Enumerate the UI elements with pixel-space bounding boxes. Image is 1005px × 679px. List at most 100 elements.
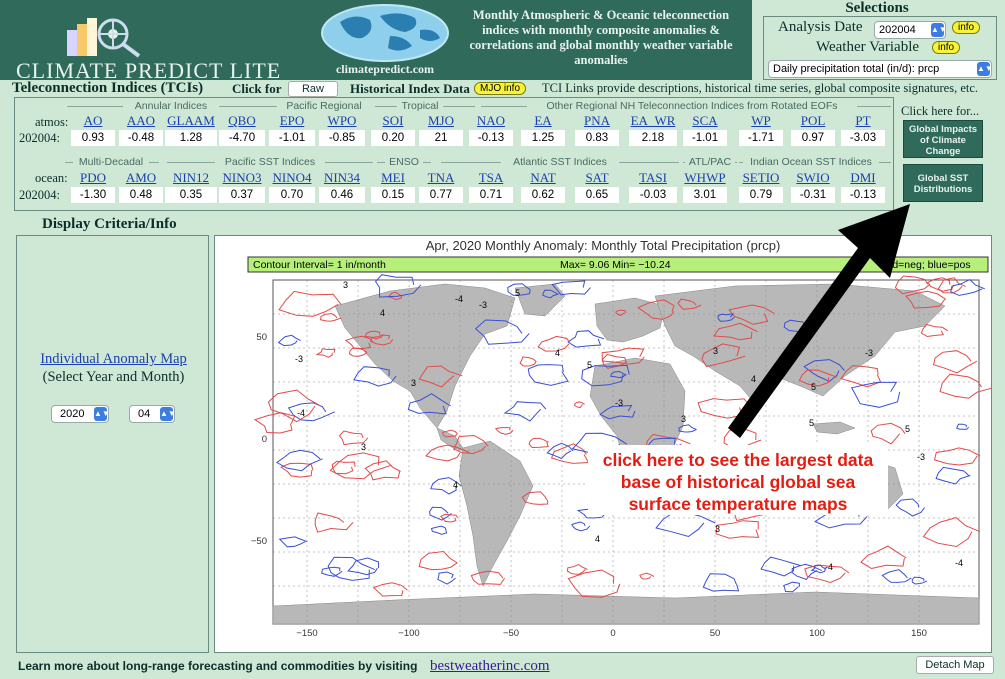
tci-link-pol[interactable]: POL [787,113,839,129]
logo[interactable]: CLIMATE PREDICT LITE [10,8,300,83]
tci-table: Annular Indices Pacific Regional Tropica… [14,97,894,211]
tci-link-tasi[interactable]: TASI [625,170,681,186]
tci-value-nino4: 0.70 [269,187,315,203]
weather-variable-select[interactable]: Daily precipitation total (in/d): prcp ▲… [768,60,993,78]
weather-variable-value: Daily precipitation total (in/d): prcp [773,63,940,75]
tci-value-sca: -1.01 [683,130,727,146]
contour-label: 4 [555,348,560,358]
x-tick-label: 0 [610,628,615,639]
tci-value-sat: 0.65 [575,187,619,203]
group-atl-pac: ATL/PAC [685,156,735,168]
analysis-date-value: 202004 [879,24,916,36]
tci-link-amo[interactable]: AMO [115,170,167,186]
individual-anomaly-map-link[interactable]: Individual Anomaly Map [17,351,210,368]
tci-link-mei[interactable]: MEI [367,170,419,186]
weather-variable-info-button[interactable]: info [932,41,961,54]
bestweatherinc-link[interactable]: bestweatherinc.com [430,658,550,675]
month-select[interactable]: 04 ▲▼ [129,405,176,423]
tci-link-nao[interactable]: NAO [465,113,517,129]
raw-button[interactable]: Raw [288,81,338,97]
year-select[interactable]: 2020 ▲▼ [51,405,110,423]
tci-header: Teleconnection Indices (TCIs) Click for … [12,80,1002,98]
global-sst-distributions-button[interactable]: Global SST Distributions [903,164,983,202]
tci-link-nin34[interactable]: NIN34 [315,170,369,186]
tci-link-glaam[interactable]: GLAAM [161,113,221,129]
selections-box: Analysis Date 202004 ▲▼ info Weather Var… [763,16,997,80]
chevron-updown-icon: ▲▼ [94,407,110,421]
tci-value-nino3: 0.37 [219,187,265,203]
site-header: CLIMATE PREDICT LITE climatepredict.com … [0,0,752,83]
tci-link-setio[interactable]: SETIO [735,170,787,186]
tci-value-pt: -3.03 [841,130,885,146]
contour-label: -3 [295,354,303,364]
contour-label: 4 [595,534,600,544]
x-tick-label: 100 [809,628,825,639]
globe-icon [321,4,449,62]
tci-link-nat[interactable]: NAT [517,170,569,186]
contour-label: 4 [380,308,385,318]
tci-link-pt[interactable]: PT [837,113,889,129]
contour-label: 5 [515,288,520,298]
click-here-panel: Click here for... Global Impacts of Clim… [897,100,992,210]
ocean-date-label: 202004: [19,188,60,202]
y-tick-label: −50 [251,536,267,547]
analysis-date-info-button[interactable]: info [952,21,981,34]
contour-label: 3 [713,346,718,356]
contour-label: -4 [455,294,463,304]
tci-link-ea_wr[interactable]: EA_WR [625,113,681,129]
tci-link-whwp[interactable]: WHWP [679,170,731,186]
tci-value-soi: 0.20 [371,130,415,146]
tci-value-mei: 0.15 [371,187,415,203]
tci-link-ea[interactable]: EA [517,113,569,129]
analysis-date-select[interactable]: 202004 ▲▼ [874,21,947,39]
tci-value-nat: 0.62 [521,187,565,203]
tci-links-description: TCI Links provide descriptions, historic… [542,81,979,95]
chevron-updown-icon: ▲▼ [931,23,947,37]
tci-link-aao[interactable]: AAO [115,113,167,129]
group-tropical: Tropical [397,100,443,112]
sst-callout[interactable]: click here to see the largest data base … [588,445,888,515]
max-min-label: Max= 9.06 Min= −10.24 [560,259,671,271]
click-here-label: Click here for... [901,104,980,118]
tci-link-tna[interactable]: TNA [415,170,467,186]
contour-label: 3 [411,378,416,388]
tci-link-nin12[interactable]: NIN12 [161,170,221,186]
tci-link-sca[interactable]: SCA [679,113,731,129]
tci-link-nino4[interactable]: NINO4 [265,170,319,186]
tci-link-mjo[interactable]: MJO [415,113,467,129]
tci-link-swio[interactable]: SWIO [787,170,839,186]
contour-label: -4 [825,562,833,572]
contour-label: -4 [297,408,305,418]
tci-value-aao: -0.48 [119,130,163,146]
tci-link-nino3[interactable]: NINO3 [215,170,269,186]
tci-value-qbo: -4.70 [219,130,265,146]
tci-link-dmi[interactable]: DMI [837,170,889,186]
tci-link-ao[interactable]: AO [67,113,119,129]
click-for-label: Click for [232,81,282,96]
tci-link-pdo[interactable]: PDO [67,170,119,186]
global-impacts-button[interactable]: Global Impacts of Climate Change [903,120,983,158]
selections-title: Selections [845,0,909,16]
tci-value-pna: 0.83 [575,130,619,146]
tci-link-pna[interactable]: PNA [571,113,623,129]
tci-link-tsa[interactable]: TSA [465,170,517,186]
tci-link-soi[interactable]: SOI [367,113,419,129]
mjo-info-button[interactable]: MJO info [474,82,527,95]
year-value: 2020 [60,408,85,420]
tci-link-sat[interactable]: SAT [571,170,623,186]
group-atlantic-sst: Atlantic SST Indices [501,156,619,168]
globe-logo[interactable]: climatepredict.com [320,2,450,78]
tci-link-epo[interactable]: EPO [265,113,319,129]
detach-map-button[interactable]: Detach Map [916,656,994,674]
tci-value-pol: 0.97 [791,130,835,146]
group-multi-decadal: Multi-Decadal [73,156,149,168]
tci-link-qbo[interactable]: QBO [215,113,269,129]
contour-label: -3 [917,452,925,462]
tci-value-tsa: 0.71 [469,187,513,203]
select-year-month-hint: (Select Year and Month) [42,369,185,385]
tci-link-wp[interactable]: WP [735,113,787,129]
tci-link-wpo[interactable]: WPO [315,113,369,129]
month-value: 04 [138,408,151,420]
x-tick-label: 150 [911,628,927,639]
y-tick-label: 50 [256,332,267,343]
